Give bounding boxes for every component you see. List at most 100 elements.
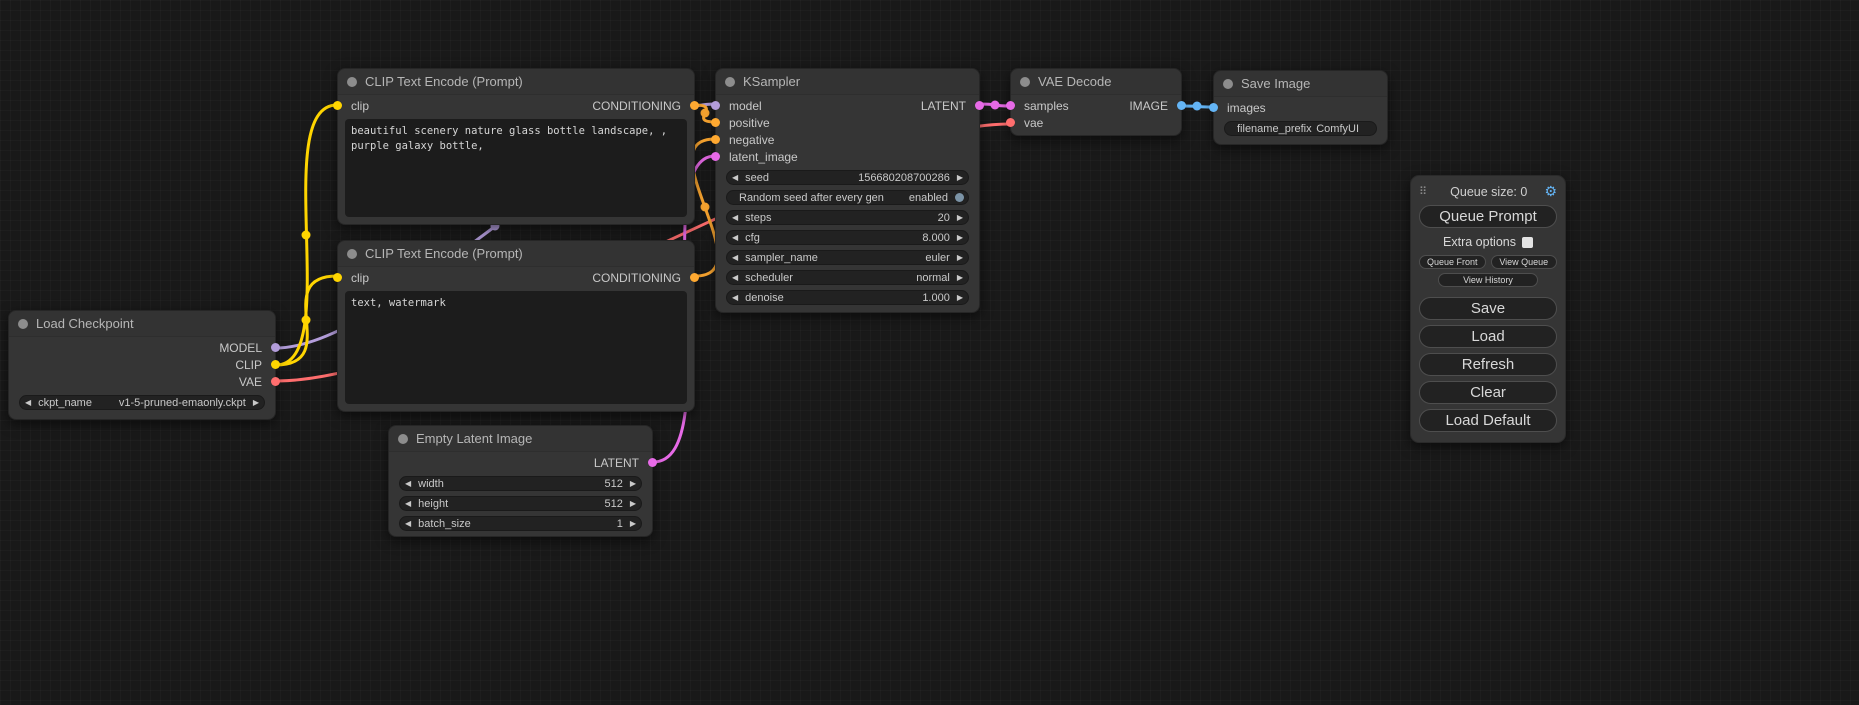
output-slot-image[interactable] <box>1177 101 1186 110</box>
decrement-arrow-icon[interactable]: ◀ <box>25 399 31 407</box>
decrement-arrow-icon[interactable]: ◀ <box>732 294 738 302</box>
output-slot-conditioning[interactable] <box>690 273 699 282</box>
input-slot-clip[interactable] <box>333 273 342 282</box>
menu-header: ⠿ Queue size: 0 ⚙ <box>1419 183 1557 200</box>
increment-arrow-icon[interactable]: ▶ <box>957 174 963 182</box>
prompt-textarea[interactable]: text, watermark <box>345 291 687 404</box>
collapse-dot-icon[interactable] <box>398 434 408 444</box>
collapse-dot-icon[interactable] <box>1020 77 1030 87</box>
queue-front-button[interactable]: Queue Front <box>1419 255 1486 269</box>
input-slot-vae[interactable] <box>1006 118 1015 127</box>
view-history-button[interactable]: View History <box>1438 273 1537 287</box>
decrement-arrow-icon[interactable]: ◀ <box>405 500 411 508</box>
slot-row-clip-conditioning: clip CONDITIONING <box>338 97 694 114</box>
widget-seed[interactable]: ◀ seed 156680208700286 ▶ <box>726 170 969 185</box>
widget-denoise[interactable]: ◀ denoise 1.000 ▶ <box>726 290 969 305</box>
widget-height[interactable]: ◀ height 512 ▶ <box>399 496 642 511</box>
output-slot-vae[interactable] <box>271 377 280 386</box>
node-save-image[interactable]: Save Image images filename_prefix ComfyU… <box>1213 70 1388 145</box>
node-header[interactable]: Load Checkpoint <box>9 311 275 337</box>
settings-gear-icon[interactable]: ⚙ <box>1544 183 1557 200</box>
input-slot-images[interactable] <box>1209 103 1218 112</box>
queue-prompt-button[interactable]: Queue Prompt <box>1419 205 1557 228</box>
load-button[interactable]: Load <box>1419 325 1557 348</box>
input-slot-latent-image[interactable] <box>711 152 720 161</box>
decrement-arrow-icon[interactable]: ◀ <box>732 174 738 182</box>
node-load-checkpoint[interactable]: Load Checkpoint MODEL CLIP VAE ◀ ckpt_na… <box>8 310 276 420</box>
widget-ckpt-name[interactable]: ◀ ckpt_name v1-5-pruned-emaonly.ckpt ▶ <box>19 395 265 410</box>
collapse-dot-icon[interactable] <box>1223 79 1233 89</box>
clear-button[interactable]: Clear <box>1419 381 1557 404</box>
toggle-knob-icon[interactable] <box>955 193 964 202</box>
extra-options-checkbox[interactable] <box>1522 237 1533 248</box>
node-header[interactable]: CLIP Text Encode (Prompt) <box>338 69 694 95</box>
collapse-dot-icon[interactable] <box>18 319 28 329</box>
increment-arrow-icon[interactable]: ▶ <box>253 399 259 407</box>
increment-arrow-icon[interactable]: ▶ <box>957 254 963 262</box>
increment-arrow-icon[interactable]: ▶ <box>957 274 963 282</box>
extra-options-label: Extra options <box>1443 235 1516 249</box>
input-row-latent-image: latent_image <box>716 148 979 165</box>
slot-row-model-latent: model LATENT <box>716 97 979 114</box>
output-row-clip: CLIP <box>9 356 275 373</box>
node-vae-decode[interactable]: VAE Decode samples IMAGE vae <box>1010 68 1182 136</box>
node-header[interactable]: CLIP Text Encode (Prompt) <box>338 241 694 267</box>
output-row-model: MODEL <box>9 339 275 356</box>
increment-arrow-icon[interactable]: ▶ <box>957 214 963 222</box>
widget-width[interactable]: ◀ width 512 ▶ <box>399 476 642 491</box>
node-title: Load Checkpoint <box>36 316 134 331</box>
increment-arrow-icon[interactable]: ▶ <box>630 500 636 508</box>
increment-arrow-icon[interactable]: ▶ <box>630 480 636 488</box>
slot-row-samples-image: samples IMAGE <box>1011 97 1181 114</box>
output-row-latent: LATENT <box>389 454 652 471</box>
load-default-button[interactable]: Load Default <box>1419 409 1557 432</box>
view-queue-button[interactable]: View Queue <box>1491 255 1558 269</box>
input-slot-negative[interactable] <box>711 135 720 144</box>
input-slot-clip[interactable] <box>333 101 342 110</box>
node-header[interactable]: KSampler <box>716 69 979 95</box>
node-header[interactable]: VAE Decode <box>1011 69 1181 95</box>
decrement-arrow-icon[interactable]: ◀ <box>405 480 411 488</box>
collapse-dot-icon[interactable] <box>725 77 735 87</box>
widget-steps[interactable]: ◀ steps 20 ▶ <box>726 210 969 225</box>
output-slot-latent[interactable] <box>975 101 984 110</box>
node-title: KSampler <box>743 74 800 89</box>
widget-sampler-name[interactable]: ◀ sampler_name euler ▶ <box>726 250 969 265</box>
node-header[interactable]: Empty Latent Image <box>389 426 652 452</box>
prompt-textarea[interactable]: beautiful scenery nature glass bottle la… <box>345 119 687 217</box>
output-slot-clip[interactable] <box>271 360 280 369</box>
collapse-dot-icon[interactable] <box>347 77 357 87</box>
input-slot-positive[interactable] <box>711 118 720 127</box>
save-button[interactable]: Save <box>1419 297 1557 320</box>
graph-canvas[interactable]: { "colors": { "model": "#B39DDB", "clip"… <box>0 0 1859 705</box>
input-row-images: images <box>1214 99 1387 116</box>
output-slot-latent[interactable] <box>648 458 657 467</box>
node-ksampler[interactable]: KSampler model LATENT positive negative … <box>715 68 980 313</box>
refresh-button[interactable]: Refresh <box>1419 353 1557 376</box>
collapse-dot-icon[interactable] <box>347 249 357 259</box>
node-clip-text-encode-negative[interactable]: CLIP Text Encode (Prompt) clip CONDITION… <box>337 240 695 412</box>
output-slot-conditioning[interactable] <box>690 101 699 110</box>
queue-menu-panel[interactable]: ⠿ Queue size: 0 ⚙ Queue Prompt Extra opt… <box>1410 175 1566 443</box>
node-header[interactable]: Save Image <box>1214 71 1387 97</box>
slot-row-clip-conditioning: clip CONDITIONING <box>338 269 694 286</box>
output-slot-model[interactable] <box>271 343 280 352</box>
widget-filename-prefix[interactable]: filename_prefix ComfyUI <box>1224 121 1377 136</box>
decrement-arrow-icon[interactable]: ◀ <box>732 234 738 242</box>
input-slot-model[interactable] <box>711 101 720 110</box>
node-clip-text-encode-positive[interactable]: CLIP Text Encode (Prompt) clip CONDITION… <box>337 68 695 225</box>
widget-scheduler[interactable]: ◀ scheduler normal ▶ <box>726 270 969 285</box>
input-slot-samples[interactable] <box>1006 101 1015 110</box>
decrement-arrow-icon[interactable]: ◀ <box>732 214 738 222</box>
node-empty-latent-image[interactable]: Empty Latent Image LATENT ◀ width 512 ▶ … <box>388 425 653 537</box>
widget-batch-size[interactable]: ◀ batch_size 1 ▶ <box>399 516 642 531</box>
decrement-arrow-icon[interactable]: ◀ <box>405 520 411 528</box>
decrement-arrow-icon[interactable]: ◀ <box>732 274 738 282</box>
drag-handle-icon[interactable]: ⠿ <box>1419 185 1427 198</box>
increment-arrow-icon[interactable]: ▶ <box>957 294 963 302</box>
increment-arrow-icon[interactable]: ▶ <box>630 520 636 528</box>
decrement-arrow-icon[interactable]: ◀ <box>732 254 738 262</box>
widget-random-seed-toggle[interactable]: Random seed after every gen enabled <box>726 190 969 205</box>
increment-arrow-icon[interactable]: ▶ <box>957 234 963 242</box>
widget-cfg[interactable]: ◀ cfg 8.000 ▶ <box>726 230 969 245</box>
